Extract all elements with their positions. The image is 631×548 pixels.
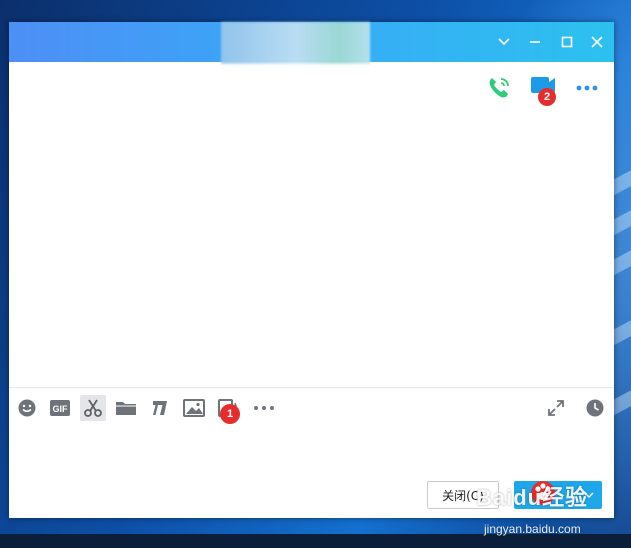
scissors-icon	[84, 399, 102, 417]
clock-icon	[586, 399, 604, 417]
taskbar	[0, 534, 631, 548]
more-icon	[576, 85, 598, 91]
image-icon	[183, 399, 205, 417]
minimize-icon	[530, 41, 540, 43]
annotation-marker: 1	[220, 404, 240, 424]
maximize-button[interactable]	[555, 30, 579, 54]
annotation-marker: 2	[538, 88, 556, 106]
folder-icon	[116, 402, 136, 415]
emoji-button[interactable]	[14, 395, 40, 421]
chat-window: 2 GIF 1 关闭(C)	[9, 22, 614, 518]
expand-input-button[interactable]	[543, 395, 569, 421]
chevron-down-icon[interactable]	[492, 30, 516, 54]
expand-icon	[548, 400, 564, 416]
title-bar[interactable]	[9, 22, 614, 64]
message-input[interactable]	[19, 427, 604, 479]
gif-icon: GIF	[50, 400, 70, 416]
close-button[interactable]	[585, 30, 609, 54]
music-button[interactable]	[147, 395, 173, 421]
more-icon	[254, 406, 274, 410]
divider	[9, 387, 614, 388]
message-history[interactable]	[9, 112, 614, 386]
window-title-blurred	[221, 22, 370, 64]
emoji-icon	[18, 399, 36, 417]
music-icon	[153, 401, 167, 415]
send-file-button[interactable]	[113, 395, 139, 421]
more-options-button[interactable]	[575, 80, 599, 96]
svg-text:GIF: GIF	[53, 404, 69, 414]
more-tools-button[interactable]	[251, 395, 277, 421]
maximize-icon	[561, 36, 573, 48]
phone-call-icon	[489, 78, 509, 98]
history-button[interactable]	[582, 395, 608, 421]
screenshot-button[interactable]	[80, 395, 106, 421]
watermark-url: jingyan.baidu.com	[484, 522, 581, 536]
gif-button[interactable]: GIF	[47, 395, 73, 421]
close-icon	[591, 36, 603, 48]
image-button[interactable]	[181, 395, 207, 421]
voice-call-button[interactable]	[485, 74, 513, 102]
minimize-button[interactable]	[523, 30, 547, 54]
